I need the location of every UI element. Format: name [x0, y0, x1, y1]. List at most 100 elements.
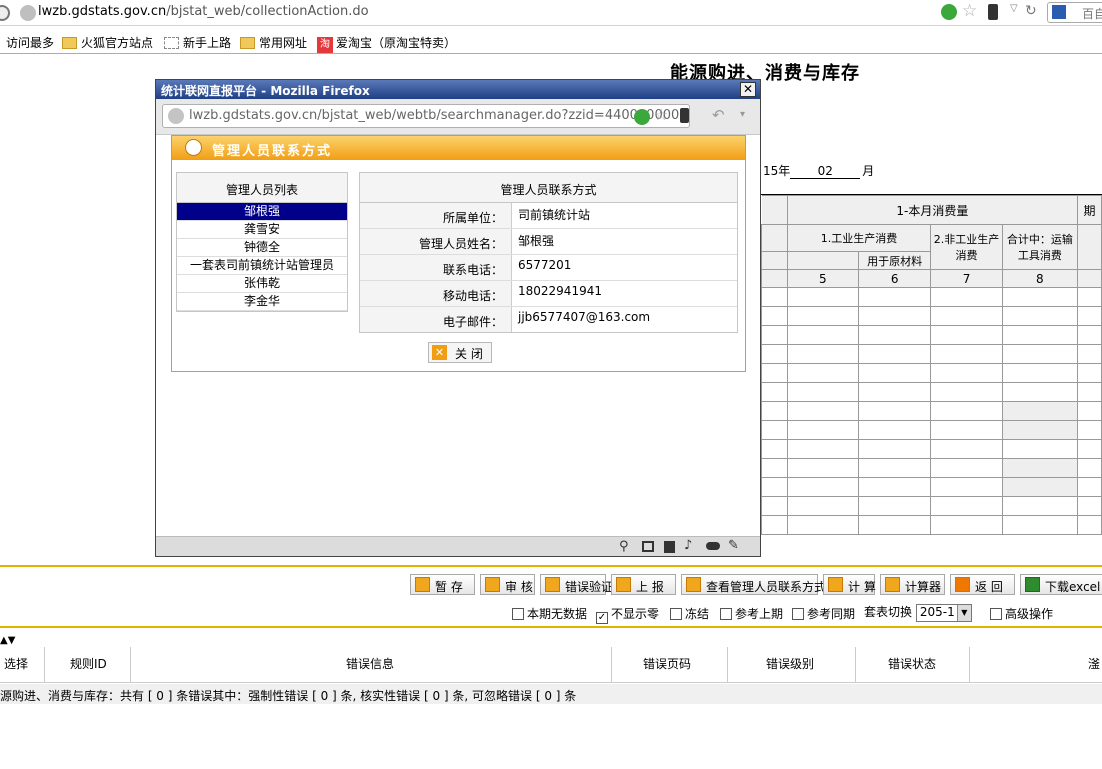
calculator-button[interactable]: 计算器 — [880, 574, 945, 595]
col-industrial: 1.工业生产消费 — [786, 224, 932, 252]
search-box[interactable]: 百自 — [1047, 2, 1102, 23]
back-button[interactable]: 返 回 — [950, 574, 1015, 595]
mask-icon[interactable] — [706, 542, 720, 550]
no-data-checkbox[interactable]: 本期无数据 — [512, 605, 587, 622]
upload-icon — [616, 577, 631, 592]
partial-header: 期 — [1077, 195, 1102, 225]
excel-icon — [1025, 577, 1040, 592]
col-non-industrial: 2.非工业生产消费 — [930, 224, 1003, 270]
validate-icon — [545, 577, 560, 592]
globe-icon — [168, 108, 184, 124]
bookmark-common-sites[interactable]: 常用网址 — [240, 34, 307, 51]
col-transport: 合计中：运输工具消费 — [1001, 224, 1079, 270]
folder-icon — [62, 37, 77, 49]
folder-icon — [240, 37, 255, 49]
list-item[interactable]: 邹根强 — [177, 203, 347, 221]
validate-button[interactable]: 错误验证 — [540, 574, 613, 595]
contacts-icon — [686, 577, 701, 592]
browser-url-bar: lwzb.gdstats.gov.cn/bjstat_web/collectio… — [0, 0, 1102, 26]
list-item[interactable]: 张伟乾 — [177, 275, 347, 293]
advanced-checkbox[interactable]: 高级操作 — [990, 605, 1053, 622]
audit-button[interactable]: 审 核 — [480, 574, 535, 595]
arrow-left-icon — [955, 577, 970, 592]
back-icon[interactable] — [0, 5, 10, 21]
go-icon[interactable] — [634, 109, 650, 125]
bookmark-firefox-official[interactable]: 火狐官方站点 — [62, 34, 153, 51]
trash-icon[interactable] — [664, 541, 675, 553]
table-switch-select[interactable]: 205-1 ▼ — [915, 603, 972, 622]
calculate-button[interactable]: 计 算 — [823, 574, 876, 595]
star-icon[interactable]: ☆ — [962, 1, 977, 21]
undo-icon[interactable]: ↶ — [712, 106, 725, 124]
reload-icon[interactable]: ↻ — [1025, 3, 1037, 19]
dropdown-icon[interactable]: ▾ — [740, 109, 745, 120]
save-draft-button[interactable]: 暂 存 — [410, 574, 475, 595]
globe-icon — [20, 5, 36, 21]
arrow-right-icon — [185, 139, 202, 156]
info-row-email: 电子邮件： jjb6577407@163.com — [360, 307, 737, 333]
mobile-icon[interactable] — [680, 108, 689, 123]
speaker-icon[interactable]: ♪ — [684, 538, 692, 553]
list-item[interactable]: 李金华 — [177, 293, 347, 311]
contact-info-table: 管理人员联系方式 所属单位： 司前镇统计站 管理人员姓名： 邹根强 联系电话： … — [359, 172, 738, 333]
freeze-checkbox[interactable]: 冻结 — [670, 605, 709, 622]
star-icon[interactable]: ☆ — [654, 105, 668, 124]
address-field[interactable]: lwzb.gdstats.gov.cn/bjstat_web/collectio… — [38, 4, 369, 19]
ref-same-period-checkbox[interactable]: 参考同期 — [792, 605, 855, 622]
bookmark-aitaobao[interactable]: 淘爱淘宝（原淘宝特卖） — [317, 34, 456, 53]
energy-data-grid: 1-本月消费量 期 1.工业生产消费 2.非工业生产消费 合计中：运输工具消费 … — [761, 194, 1102, 568]
info-row-name: 管理人员姓名： 邹根强 — [360, 229, 737, 255]
save-icon — [415, 577, 430, 592]
action-toolbar: 暂 存 审 核 错误验证 上 报 查看管理人员联系方式 计 算 计算器 返 回 … — [0, 565, 1102, 628]
popup-navbar: lwzb.gdstats.gov.cn/bjstat_web/webtb/sea… — [156, 99, 760, 135]
download-excel-button[interactable]: 下载excel — [1020, 574, 1102, 595]
table-switch: 套表切换 205-1 ▼ — [864, 603, 972, 622]
close-icon: ✕ — [432, 345, 447, 360]
go-icon[interactable] — [941, 4, 957, 20]
zoom-icon[interactable]: ⚲ — [619, 539, 629, 554]
popup-address-field[interactable]: lwzb.gdstats.gov.cn/bjstat_web/webtb/sea… — [162, 104, 690, 128]
view-contacts-button[interactable]: 查看管理人员联系方式 — [681, 574, 826, 595]
window-icon[interactable] — [642, 541, 654, 552]
audit-icon — [485, 577, 500, 592]
error-table-header: 选择 规则ID 错误信息 错误页码 错误级别 错误状态 滏 — [0, 647, 1102, 683]
submit-button[interactable]: 上 报 — [611, 574, 676, 595]
bookmark-most-visited[interactable]: 访问最多 — [6, 34, 54, 51]
popup-status-bar: ⚲ ♪ ✎ — [156, 536, 760, 556]
hide-zero-checkbox[interactable]: ✓ 不显示零 — [596, 605, 659, 624]
list-item[interactable]: 钟德全 — [177, 239, 347, 257]
contact-info-title: 管理人员联系方式 — [360, 173, 737, 203]
calculator-icon — [885, 577, 900, 592]
contact-panel-header: 管理人员联系方式 — [172, 136, 745, 160]
mobile-icon[interactable] — [988, 4, 998, 20]
info-row-unit: 所属单位： 司前镇统计站 — [360, 203, 737, 229]
col-raw-material: 用于原材料 — [858, 251, 932, 270]
group-header: 1-本月消费量 — [786, 195, 1079, 225]
error-summary: 源购进、消费与库存：共有 [ 0 ] 条错误其中：强制性错误 [ 0 ] 条, … — [0, 684, 1102, 704]
bookmark-getting-started[interactable]: 新手上路 — [164, 34, 231, 51]
collapse-icon[interactable]: ▲▼ — [0, 635, 15, 646]
info-row-mobile: 移动电话： 18022941941 — [360, 281, 737, 307]
list-item[interactable]: 一套表司前镇统计站管理员 — [177, 257, 347, 275]
popup-close-icon[interactable]: ✕ — [740, 82, 756, 97]
chevron-down-icon: ▼ — [956, 604, 971, 621]
baidu-paw-icon — [1052, 5, 1066, 19]
page-icon — [164, 37, 179, 49]
brush-icon[interactable]: ✎ — [728, 538, 739, 553]
taobao-icon: 淘 — [317, 37, 333, 53]
info-row-phone: 联系电话： 6577201 — [360, 255, 737, 281]
manager-list-title: 管理人员列表 — [177, 173, 347, 203]
list-item[interactable]: 龚雪安 — [177, 221, 347, 239]
dropdown-icon[interactable]: ▽ — [1010, 3, 1018, 14]
manager-list: 管理人员列表 邹根强 龚雪安 钟德全 一套表司前镇统计站管理员 张伟乾 李金华 — [176, 172, 348, 312]
ref-last-period-checkbox[interactable]: 参考上期 — [720, 605, 783, 622]
bookmarks-bar: 访问最多 火狐官方站点 新手上路 常用网址 淘爱淘宝（原淘宝特卖） — [0, 27, 1102, 54]
report-period: 15年 02 月 — [763, 164, 875, 179]
popup-body: 管理人员联系方式 管理人员列表 邹根强 龚雪安 钟德全 一套表司前镇统计站管理员… — [156, 135, 760, 536]
close-button[interactable]: ✕ 关 闭 — [428, 342, 492, 363]
contact-popup-window: 统计联网直报平台 - Mozilla Firefox ✕ lwzb.gdstat… — [155, 79, 761, 557]
month-field[interactable]: 02 — [790, 164, 861, 179]
popup-titlebar: 统计联网直报平台 - Mozilla Firefox ✕ — [156, 80, 760, 99]
calculate-icon — [828, 577, 843, 592]
contact-panel: 管理人员联系方式 管理人员列表 邹根强 龚雪安 钟德全 一套表司前镇统计站管理员… — [171, 135, 746, 372]
